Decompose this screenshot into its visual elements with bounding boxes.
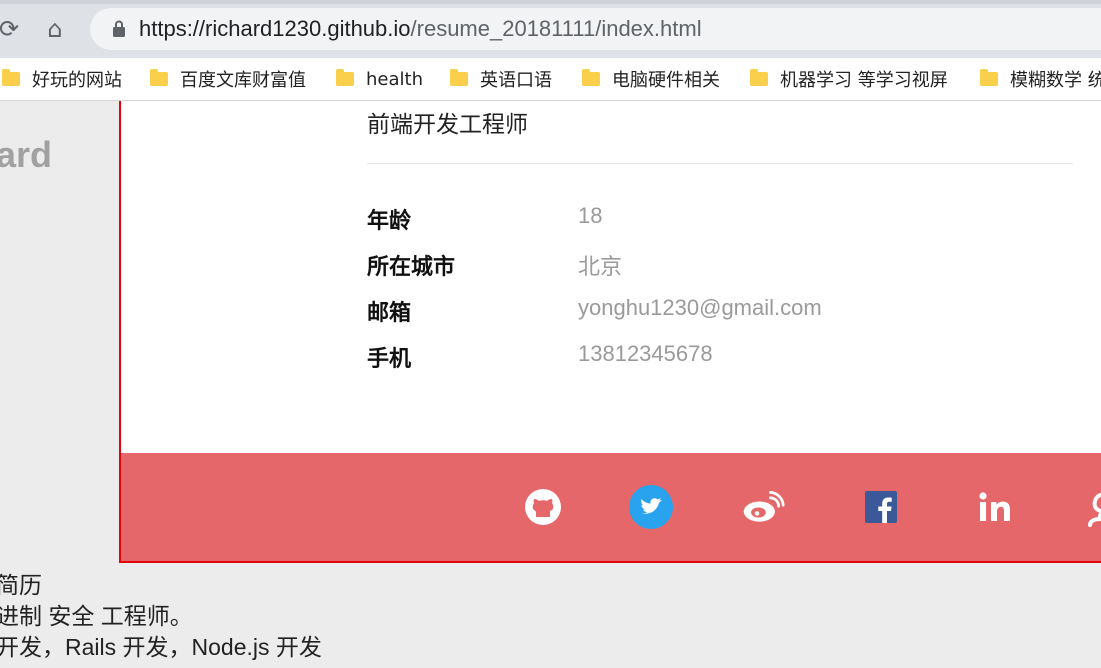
folder-icon (150, 69, 168, 86)
info-row: 年龄 18 (367, 203, 1067, 235)
bookmark-folder[interactable]: 电脑硬件相关 (582, 66, 720, 92)
bookmark-folder[interactable]: health (336, 66, 423, 92)
bookmark-folder[interactable]: 百度文库财富值 (150, 66, 306, 92)
bottom-text-line: 进制 安全 工程师。 (0, 603, 193, 629)
linkedin-icon[interactable] (973, 485, 1017, 529)
info-value: 18 (578, 203, 603, 228)
bookmark-folder[interactable]: 英语口语 (450, 66, 552, 92)
info-value: yonghu1230@gmail.com (578, 295, 822, 320)
folder-icon (336, 69, 354, 86)
bookmarks-bar: 好玩的网站 百度文库财富值 health 英语口语 电脑硬件相关 机器学习 等学… (0, 58, 1101, 101)
bookmark-label: health (366, 68, 423, 90)
bookmark-label: 模糊数学 统 (1010, 70, 1101, 91)
facebook-icon[interactable] (859, 485, 903, 529)
url-host: https://richard1230.github.io (139, 16, 411, 41)
resume-card: 前端开发工程师 年龄 18 所在城市 北京 邮箱 yonghu1230@gmai… (119, 101, 1101, 563)
bookmark-label: 机器学习 等学习视屏 (780, 70, 948, 91)
bookmark-label: 百度文库财富值 (180, 70, 306, 91)
divider (367, 163, 1073, 164)
url-path: /resume_20181111/index.html (410, 16, 702, 41)
info-value: 北京 (578, 254, 623, 279)
info-row: 邮箱 yonghu1230@gmail.com (367, 295, 1067, 327)
folder-icon (582, 69, 600, 86)
info-row: 所在城市 北京 (367, 249, 1067, 281)
weibo-icon[interactable] (741, 485, 785, 529)
folder-icon (750, 69, 768, 86)
browser-toolbar: ⟳ ⌂ https://richard1230.github.io/resume… (0, 0, 1101, 58)
info-row: 手机 13812345678 (367, 341, 1067, 373)
bookmark-folder[interactable]: 好玩的网站 (2, 66, 122, 92)
bottom-text-line: 开发，Rails 开发，Node.js 开发 (0, 634, 322, 660)
sidebar-name: ard (0, 134, 53, 175)
google-icon[interactable] (1083, 485, 1101, 529)
social-footer (121, 453, 1101, 561)
folder-icon (980, 69, 998, 86)
folder-icon (450, 69, 468, 86)
bottom-text-line: 简历 (0, 572, 42, 598)
bookmark-label: 电脑硬件相关 (612, 70, 720, 91)
bookmark-folder[interactable]: 机器学习 等学习视屏 (750, 66, 948, 92)
twitter-icon[interactable] (629, 485, 673, 529)
home-icon[interactable]: ⌂ (40, 14, 70, 44)
info-label: 年龄 (367, 209, 412, 234)
info-label: 所在城市 (367, 255, 456, 280)
lock-icon (113, 20, 125, 37)
info-label: 邮箱 (367, 301, 412, 326)
info-value: 13812345678 (578, 341, 713, 366)
bookmark-folder[interactable]: 模糊数学 统 (980, 66, 1101, 92)
reload-icon[interactable]: ⟳ (0, 14, 24, 44)
job-title: 前端开发工程师 (367, 112, 528, 138)
tab-strip (0, 0, 1101, 4)
folder-icon (2, 69, 20, 86)
info-label: 手机 (367, 347, 412, 372)
url-text[interactable]: https://richard1230.github.io/resume_201… (139, 14, 702, 44)
bookmark-label: 好玩的网站 (32, 70, 122, 91)
github-icon[interactable] (521, 485, 565, 529)
bookmark-label: 英语口语 (480, 70, 552, 91)
